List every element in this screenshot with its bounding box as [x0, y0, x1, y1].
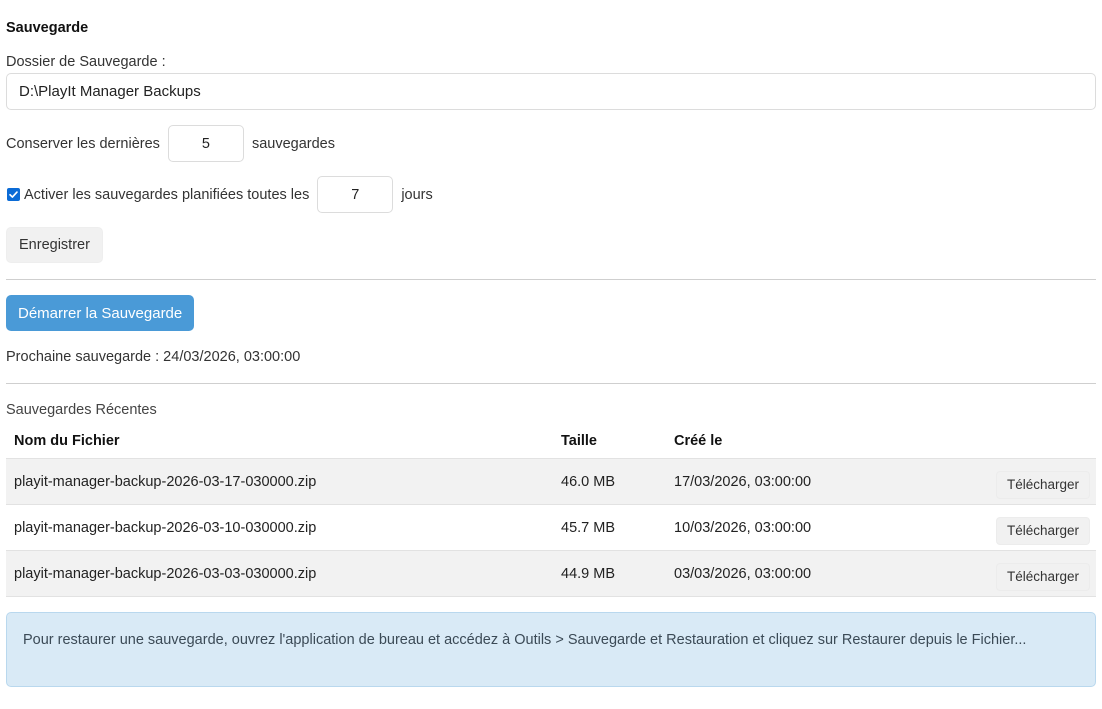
keep-backups-prefix: Conserver les dernières — [6, 135, 160, 152]
schedule-prefix: Activer les sauvegardes planifiées toute… — [24, 186, 310, 203]
save-settings-button[interactable]: Enregistrer — [6, 227, 103, 263]
recent-backups-table: Nom du Fichier Taille Créé le playit-man… — [6, 423, 1096, 597]
restore-info-alert: Pour restaurer une sauvegarde, ouvrez l'… — [6, 612, 1096, 687]
start-backup-button[interactable]: Démarrer la Sauvegarde — [6, 295, 195, 331]
recent-backups-title: Sauvegardes Récentes — [6, 402, 157, 418]
next-backup-text: Prochaine sauvegarde : 24/03/2026, 03:00… — [6, 349, 301, 365]
keep-backups-row: Conserver les dernières sauvegardes — [6, 125, 335, 162]
column-header-actions — [982, 423, 1096, 459]
column-header-filename: Nom du Fichier — [14, 432, 120, 449]
backup-filename: playit-manager-backup-2026-03-17-030000.… — [6, 458, 553, 505]
backup-size: 44.9 MB — [553, 550, 666, 597]
backup-created: 10/03/2026, 03:00:00 — [666, 504, 982, 551]
backup-created: 03/03/2026, 03:00:00 — [666, 550, 982, 597]
schedule-checkbox[interactable] — [7, 188, 20, 201]
schedule-row: Activer les sauvegardes planifiées toute… — [6, 176, 433, 213]
checkmark-icon — [9, 191, 18, 198]
keep-count-input[interactable] — [167, 125, 244, 162]
keep-backups-suffix: sauvegardes — [251, 135, 335, 152]
download-button[interactable]: Télécharger — [995, 470, 1090, 499]
schedule-days-input[interactable] — [317, 176, 394, 213]
backup-folder-input[interactable] — [6, 73, 1096, 110]
table-row: playit-manager-backup-2026-03-17-030000.… — [6, 458, 1096, 505]
backup-filename: playit-manager-backup-2026-03-10-030000.… — [6, 504, 553, 551]
column-header-created: Créé le — [674, 432, 723, 449]
column-header-size: Taille — [561, 432, 597, 449]
section-title: Sauvegarde — [6, 20, 89, 36]
download-button[interactable]: Télécharger — [995, 516, 1090, 545]
table-row: playit-manager-backup-2026-03-10-030000.… — [6, 504, 1096, 551]
schedule-suffix: jours — [401, 186, 433, 203]
divider — [6, 279, 1096, 280]
table-header-row: Nom du Fichier Taille Créé le — [6, 423, 1096, 459]
download-button[interactable]: Télécharger — [995, 562, 1090, 591]
backup-size: 45.7 MB — [553, 504, 666, 551]
divider — [6, 383, 1096, 384]
backup-created: 17/03/2026, 03:00:00 — [666, 458, 982, 505]
backup-size: 46.0 MB — [553, 458, 666, 505]
table-row: playit-manager-backup-2026-03-03-030000.… — [6, 550, 1096, 597]
backup-folder-label: Dossier de Sauvegarde : — [6, 54, 166, 70]
backup-filename: playit-manager-backup-2026-03-03-030000.… — [6, 550, 553, 597]
